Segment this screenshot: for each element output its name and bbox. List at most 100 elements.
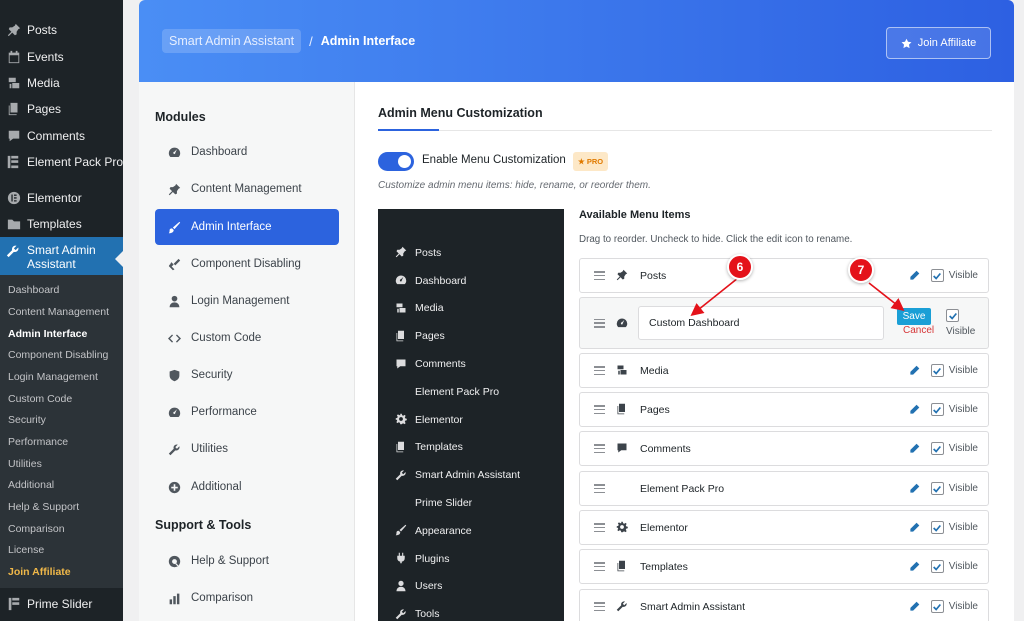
preview-item-label: Posts <box>415 246 442 259</box>
drag-handle-icon[interactable] <box>594 602 605 611</box>
calendar-icon <box>6 49 21 64</box>
menu-item-row-elementor[interactable]: Elementor Visible <box>579 510 989 545</box>
menu-item-row-pages[interactable]: Pages Visible <box>579 392 989 427</box>
wp-menu-events[interactable]: Events <box>0 43 123 69</box>
menu-item-row-dashboard-editing[interactable]: Save Cancel Visible <box>579 297 989 349</box>
visible-checkbox[interactable]: Visible <box>930 269 978 282</box>
menu-item-row-smart-admin-assistant[interactable]: Smart Admin Assistant Visible <box>579 589 989 621</box>
plugin-content: Smart Admin Assistant / Admin Interface … <box>139 0 1014 621</box>
preview-item-label: Tools <box>415 608 440 621</box>
wp-menu-pages[interactable]: Pages <box>0 96 123 122</box>
module-login-management[interactable]: Login Management <box>155 283 339 319</box>
wp-submenu-item[interactable]: Performance <box>0 432 123 454</box>
wp-submenu-item[interactable]: Utilities <box>0 454 123 476</box>
drag-handle-icon[interactable] <box>594 366 605 375</box>
wp-menu-media[interactable]: Media <box>0 70 123 96</box>
preview-item: Plugins <box>378 545 564 573</box>
cancel-link[interactable]: Cancel <box>903 325 934 336</box>
support-comparison[interactable]: Comparison <box>155 580 339 616</box>
menu-item-row-posts[interactable]: Posts Visible <box>579 258 989 293</box>
wp-submenu-item[interactable]: Component Disabling <box>0 345 123 367</box>
visible-label: Visible <box>948 483 978 494</box>
visible-checkbox[interactable]: Visible <box>930 403 978 416</box>
drag-handle-icon[interactable] <box>594 271 605 280</box>
menu-item-label: Pages <box>640 403 670 416</box>
wp-admin-menu: Posts Events Media Pages Comments Elemen… <box>0 0 123 621</box>
wp-submenu-item[interactable]: Additional <box>0 475 123 497</box>
visible-checkbox[interactable]: Visible <box>930 442 978 455</box>
drag-handle-icon[interactable] <box>594 318 605 328</box>
enable-menu-customization-toggle[interactable] <box>378 152 414 171</box>
star-icon <box>901 38 912 49</box>
gauge-icon <box>168 146 181 159</box>
wp-menu-smart-admin-assistant[interactable]: Smart Admin Assistant <box>0 237 123 276</box>
wp-submenu-item[interactable]: Comparison <box>0 519 123 541</box>
wp-menu-label: Events <box>27 49 64 64</box>
wp-submenu-item-affiliate[interactable]: Join Affiliate <box>0 562 123 584</box>
visible-checkbox[interactable]: Visible <box>930 364 978 377</box>
pencil-icon[interactable] <box>909 522 921 534</box>
drag-handle-icon[interactable] <box>594 484 605 493</box>
preview-item: Users <box>378 573 564 601</box>
menu-item-row-element-pack-pro[interactable]: Element Pack Pro Visible <box>579 471 989 506</box>
menu-item-row-comments[interactable]: Comments Visible <box>579 431 989 466</box>
visible-checkbox[interactable]: Visible <box>930 482 978 495</box>
visible-checkbox[interactable]: Visible <box>930 521 978 534</box>
modules-title: Modules <box>155 110 206 124</box>
join-affiliate-button[interactable]: Join Affiliate <box>886 27 991 59</box>
visible-checkbox[interactable]: Visible <box>946 309 975 337</box>
visible-checkbox[interactable]: Visible <box>930 560 978 573</box>
wrench-icon <box>616 600 629 613</box>
module-utilities[interactable]: Utilities <box>155 431 339 467</box>
module-component-disabling[interactable]: Component Disabling <box>155 246 339 282</box>
pencil-icon[interactable] <box>909 601 921 613</box>
drag-handle-icon[interactable] <box>594 405 605 414</box>
wp-menu-label: Elementor <box>27 190 82 205</box>
module-custom-code[interactable]: Custom Code <box>155 320 339 356</box>
gear-icon <box>616 521 629 534</box>
module-content-management[interactable]: Content Management <box>155 171 339 207</box>
pencil-icon[interactable] <box>909 561 921 573</box>
module-additional[interactable]: Additional <box>155 469 339 505</box>
module-security[interactable]: Security <box>155 357 339 393</box>
wp-menu-element-pack[interactable]: Element Pack Pro <box>0 149 123 175</box>
wp-submenu-item[interactable]: Dashboard <box>0 280 123 302</box>
drag-handle-icon[interactable] <box>594 523 605 532</box>
drag-handle-icon[interactable] <box>594 444 605 453</box>
wp-menu-templates[interactable]: Templates <box>0 211 123 237</box>
pages-icon <box>616 560 629 573</box>
menu-item-row-media[interactable]: Media Visible <box>579 353 989 388</box>
pencil-icon[interactable] <box>909 483 921 495</box>
wp-menu-label: Smart Admin Assistant <box>27 243 96 272</box>
visible-label: Visible <box>948 270 978 281</box>
wp-submenu-item[interactable]: Custom Code <box>0 389 123 411</box>
wp-submenu-item-current[interactable]: Admin Interface <box>0 324 123 346</box>
module-dashboard[interactable]: Dashboard <box>155 134 339 170</box>
wp-submenu-item[interactable]: Security <box>0 410 123 432</box>
pencil-icon[interactable] <box>909 443 921 455</box>
visible-checkbox[interactable]: Visible <box>930 600 978 613</box>
drag-handle-icon[interactable] <box>594 562 605 571</box>
wp-menu-prime-slider[interactable]: Prime Slider <box>0 591 123 617</box>
module-performance[interactable]: Performance <box>155 394 339 430</box>
preview-item-label: Smart Admin Assistant <box>415 469 521 482</box>
wp-submenu-item[interactable]: Content Management <box>0 302 123 324</box>
wp-menu-posts[interactable]: Posts <box>0 17 123 43</box>
support-help[interactable]: Help & Support <box>155 543 339 579</box>
pencil-icon[interactable] <box>909 270 921 282</box>
preview-item: Comments <box>378 350 564 378</box>
wp-menu-elementor[interactable]: Elementor <box>0 184 123 210</box>
preview-item-label: Templates <box>415 441 463 454</box>
wp-menu-comments[interactable]: Comments <box>0 123 123 149</box>
save-button[interactable]: Save <box>897 308 931 325</box>
wp-submenu-item[interactable]: License <box>0 540 123 562</box>
rename-input[interactable] <box>638 306 884 340</box>
module-admin-interface[interactable]: Admin Interface <box>155 209 339 245</box>
pencil-icon[interactable] <box>909 365 921 377</box>
menu-item-row-templates[interactable]: Templates Visible <box>579 549 989 584</box>
wp-submenu-item[interactable]: Login Management <box>0 367 123 389</box>
pencil-icon[interactable] <box>909 404 921 416</box>
pro-badge-label: PRO <box>586 157 604 166</box>
breadcrumb-root[interactable]: Smart Admin Assistant <box>162 29 302 53</box>
wp-submenu-item[interactable]: Help & Support <box>0 497 123 519</box>
